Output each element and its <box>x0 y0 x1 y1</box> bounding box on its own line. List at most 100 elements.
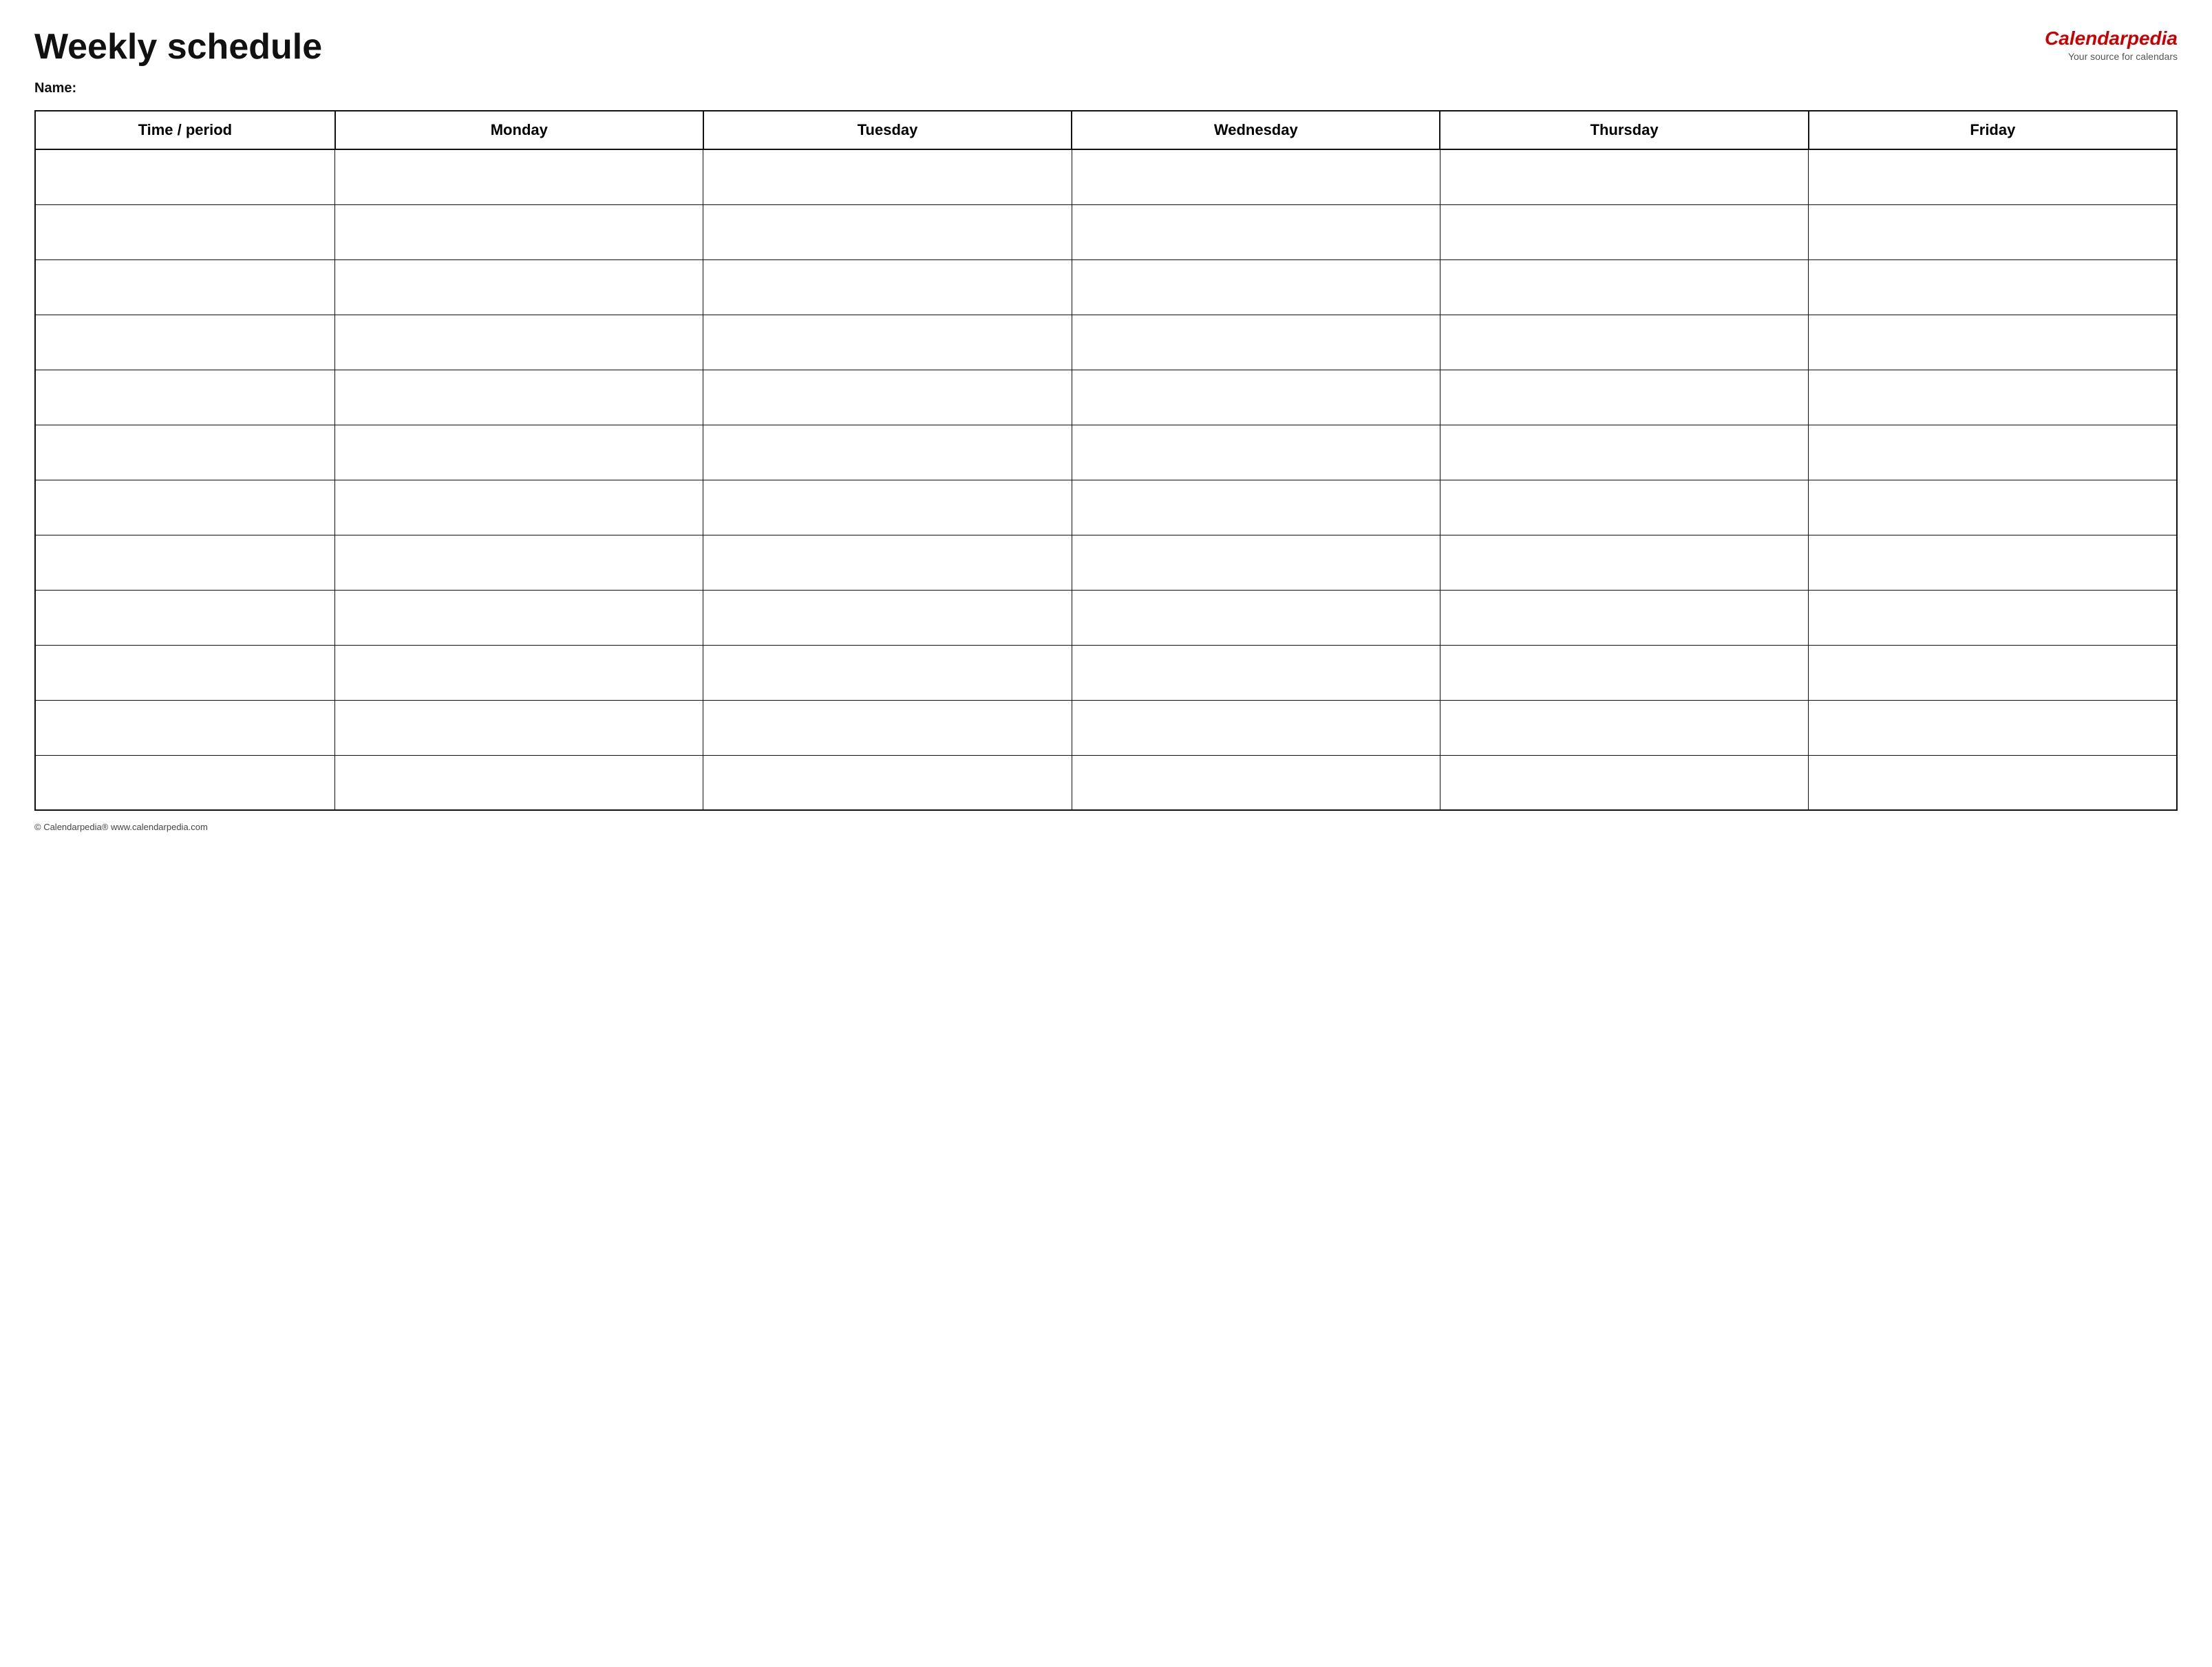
footer: © Calendarpedia® www.calendarpedia.com <box>34 822 2178 832</box>
schedule-cell[interactable] <box>1440 700 1808 755</box>
table-row <box>35 204 2177 259</box>
table-row <box>35 315 2177 370</box>
col-header-monday: Monday <box>335 111 703 149</box>
schedule-cell[interactable] <box>703 700 1072 755</box>
col-header-friday: Friday <box>1809 111 2177 149</box>
schedule-cell[interactable] <box>1809 315 2177 370</box>
schedule-cell[interactable] <box>1809 259 2177 315</box>
schedule-cell[interactable] <box>1440 149 1808 204</box>
schedule-cell[interactable] <box>335 149 703 204</box>
page-title: Weekly schedule <box>34 28 322 67</box>
time-cell[interactable] <box>35 370 335 425</box>
col-header-thursday: Thursday <box>1440 111 1808 149</box>
col-header-wednesday: Wednesday <box>1072 111 1440 149</box>
schedule-cell[interactable] <box>1809 590 2177 645</box>
schedule-cell[interactable] <box>1072 259 1440 315</box>
time-cell[interactable] <box>35 645 335 700</box>
schedule-cell[interactable] <box>1072 755 1440 810</box>
schedule-cell[interactable] <box>1072 535 1440 590</box>
time-cell[interactable] <box>35 755 335 810</box>
time-cell[interactable] <box>35 149 335 204</box>
time-cell[interactable] <box>35 700 335 755</box>
logo-tagline: Your source for calendars <box>2045 51 2178 62</box>
logo-brand-normal: Calendar <box>2045 28 2127 49</box>
schedule-cell[interactable] <box>335 645 703 700</box>
footer-text: © Calendarpedia® www.calendarpedia.com <box>34 822 208 832</box>
schedule-cell[interactable] <box>1440 535 1808 590</box>
schedule-cell[interactable] <box>1440 204 1808 259</box>
schedule-cell[interactable] <box>335 204 703 259</box>
schedule-cell[interactable] <box>1809 370 2177 425</box>
schedule-cell[interactable] <box>703 425 1072 480</box>
schedule-cell[interactable] <box>1072 590 1440 645</box>
schedule-cell[interactable] <box>1072 315 1440 370</box>
table-row <box>35 590 2177 645</box>
schedule-cell[interactable] <box>703 370 1072 425</box>
schedule-cell[interactable] <box>703 535 1072 590</box>
schedule-cell[interactable] <box>1440 370 1808 425</box>
schedule-cell[interactable] <box>1440 645 1808 700</box>
col-header-time: Time / period <box>35 111 335 149</box>
time-cell[interactable] <box>35 315 335 370</box>
schedule-cell[interactable] <box>335 535 703 590</box>
schedule-cell[interactable] <box>1440 259 1808 315</box>
logo-brand-italic: pedia <box>2127 28 2178 49</box>
schedule-cell[interactable] <box>335 590 703 645</box>
schedule-cell[interactable] <box>1440 315 1808 370</box>
schedule-cell[interactable] <box>1809 204 2177 259</box>
schedule-cell[interactable] <box>335 700 703 755</box>
schedule-cell[interactable] <box>1072 149 1440 204</box>
schedule-cell[interactable] <box>703 480 1072 535</box>
schedule-cell[interactable] <box>335 370 703 425</box>
schedule-cell[interactable] <box>1072 204 1440 259</box>
table-row <box>35 755 2177 810</box>
table-row <box>35 370 2177 425</box>
schedule-table: Time / period Monday Tuesday Wednesday T… <box>34 110 2178 811</box>
schedule-cell[interactable] <box>703 755 1072 810</box>
schedule-cell[interactable] <box>703 315 1072 370</box>
name-label: Name: <box>34 81 2178 96</box>
schedule-cell[interactable] <box>1809 535 2177 590</box>
logo-text: Calendarpedia <box>2045 28 2178 50</box>
schedule-cell[interactable] <box>335 425 703 480</box>
schedule-cell[interactable] <box>1072 480 1440 535</box>
schedule-cell[interactable] <box>1809 149 2177 204</box>
table-row <box>35 700 2177 755</box>
schedule-cell[interactable] <box>1440 590 1808 645</box>
schedule-cell[interactable] <box>703 645 1072 700</box>
schedule-cell[interactable] <box>1809 645 2177 700</box>
schedule-cell[interactable] <box>1809 480 2177 535</box>
schedule-cell[interactable] <box>1440 425 1808 480</box>
table-row <box>35 535 2177 590</box>
schedule-body <box>35 149 2177 810</box>
schedule-cell[interactable] <box>1072 370 1440 425</box>
schedule-cell[interactable] <box>1809 755 2177 810</box>
table-row <box>35 149 2177 204</box>
table-row <box>35 259 2177 315</box>
schedule-cell[interactable] <box>335 480 703 535</box>
time-cell[interactable] <box>35 425 335 480</box>
schedule-cell[interactable] <box>335 755 703 810</box>
schedule-cell[interactable] <box>1809 425 2177 480</box>
schedule-cell[interactable] <box>703 590 1072 645</box>
schedule-cell[interactable] <box>1440 480 1808 535</box>
schedule-cell[interactable] <box>1072 645 1440 700</box>
time-cell[interactable] <box>35 204 335 259</box>
schedule-cell[interactable] <box>1072 425 1440 480</box>
time-cell[interactable] <box>35 480 335 535</box>
time-cell[interactable] <box>35 590 335 645</box>
page-header: Weekly schedule Calendarpedia Your sourc… <box>34 28 2178 67</box>
schedule-cell[interactable] <box>703 259 1072 315</box>
schedule-cell[interactable] <box>1072 700 1440 755</box>
schedule-cell[interactable] <box>1440 755 1808 810</box>
schedule-cell[interactable] <box>1809 700 2177 755</box>
table-row <box>35 645 2177 700</box>
schedule-cell[interactable] <box>335 259 703 315</box>
table-row <box>35 480 2177 535</box>
logo: Calendarpedia Your source for calendars <box>2045 28 2178 62</box>
schedule-cell[interactable] <box>703 149 1072 204</box>
schedule-cell[interactable] <box>703 204 1072 259</box>
time-cell[interactable] <box>35 535 335 590</box>
schedule-cell[interactable] <box>335 315 703 370</box>
time-cell[interactable] <box>35 259 335 315</box>
